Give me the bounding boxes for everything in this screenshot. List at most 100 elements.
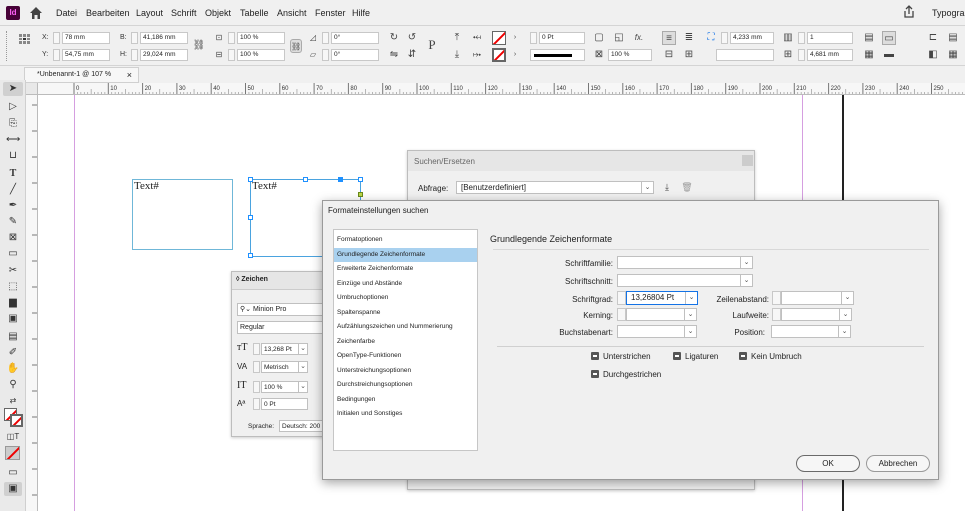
kerning-field[interactable]: Metrisch ⌄ — [261, 361, 308, 373]
font-family-select[interactable]: ⌄ — [617, 256, 753, 269]
constrain-proportions-icon[interactable]: ⛓ — [192, 39, 206, 53]
scale-y-spinner[interactable] — [228, 49, 235, 61]
stroke-weight-spinner[interactable] — [530, 32, 537, 44]
columns-field[interactable]: 1 — [807, 32, 853, 44]
gap-tool-icon[interactable]: ⟷ — [6, 133, 20, 147]
leading-input[interactable]: ⌄ — [781, 291, 854, 305]
page-tool-icon[interactable]: ⎘ — [6, 117, 20, 131]
rectangle-tool-icon[interactable]: ▭ — [6, 247, 20, 261]
resize-handle[interactable] — [248, 215, 253, 220]
align-left-icon[interactable]: ≡ — [662, 31, 676, 45]
ok-button[interactable]: OK — [796, 455, 860, 472]
fill-dropdown-icon[interactable]: › — [508, 31, 522, 45]
no-break-checkbox[interactable]: Kein Umbruch — [739, 352, 802, 361]
gradient-swatch-tool-icon[interactable]: ▆ — [6, 296, 20, 310]
h-spinner[interactable] — [131, 49, 138, 61]
menu-tabelle[interactable]: Tabelle — [240, 8, 269, 18]
text-frame-1[interactable]: Text# — [132, 179, 233, 250]
vertical-scale-spinner[interactable] — [253, 381, 260, 393]
position-select[interactable]: ⌄ — [771, 325, 851, 338]
panel-menu-icon[interactable]: ▤ — [946, 31, 960, 45]
rotate-cw-icon[interactable]: ↻ — [387, 31, 401, 45]
select-previous-icon[interactable]: ⤟ — [470, 31, 484, 45]
constrain-scale-icon[interactable]: ⛓ — [290, 39, 302, 53]
width-field[interactable]: 41,186 mm — [140, 32, 188, 44]
baseline-shift-field[interactable]: 0 Pt — [261, 398, 308, 410]
resize-handle[interactable] — [248, 177, 253, 182]
tracking-input[interactable]: ⌄ — [781, 308, 852, 321]
opacity-field[interactable]: 100 % — [608, 49, 652, 61]
free-transform-tool-icon[interactable]: ⬚ — [6, 280, 20, 294]
pen-tool-icon[interactable]: ✒ — [6, 199, 20, 213]
vertical-scale-field[interactable]: 100 % ⌄ — [261, 381, 308, 393]
select-content-icon[interactable]: ⤓ — [450, 48, 464, 62]
align-center-icon[interactable]: ≣ — [682, 31, 696, 45]
b-spinner[interactable] — [131, 32, 138, 44]
ligatures-checkbox[interactable]: Ligaturen — [673, 352, 718, 361]
x-spinner[interactable] — [53, 32, 60, 44]
home-icon[interactable] — [28, 5, 44, 21]
selection-tool-icon[interactable]: ➤ — [6, 82, 20, 96]
resize-handle[interactable] — [248, 253, 253, 258]
leading-spinner[interactable] — [772, 291, 781, 305]
vertical-justify-center-icon[interactable]: ▭ — [882, 31, 896, 45]
auto-fit-icon[interactable]: ⛶ — [704, 31, 718, 45]
category-item[interactable]: Unterstreichungsoptionen — [334, 364, 477, 378]
screen-mode-icon[interactable]: ▣ — [6, 482, 20, 496]
category-item[interactable]: Grundlegende Zeichenformate — [334, 247, 477, 262]
preset-icon[interactable]: ▦ — [946, 48, 960, 62]
in-port-handle[interactable] — [338, 177, 343, 182]
column-width-spinner[interactable] — [798, 49, 805, 61]
height-field[interactable]: 29,024 mm — [140, 49, 188, 61]
tracking-spinner[interactable] — [772, 308, 781, 321]
y-spinner[interactable] — [53, 49, 60, 61]
gradient-feather-tool-icon[interactable]: ▣ — [6, 312, 20, 326]
zoom-tool-icon[interactable]: ⚲ — [6, 378, 20, 392]
fill-swatch[interactable] — [492, 31, 506, 45]
rectangle-frame-tool-icon[interactable]: ⊠ — [6, 231, 20, 245]
category-item[interactable]: Zeichenfarbe — [334, 335, 477, 349]
font-style-field[interactable]: Regular — [237, 321, 332, 334]
strikethrough-checkbox[interactable]: Durchgestrichen — [591, 370, 661, 379]
font-size-field[interactable]: 13,268 Pt ⌄ — [261, 343, 308, 355]
vertical-justify-top-icon[interactable]: ▤ — [862, 31, 876, 45]
category-item[interactable]: Erweiterte Zeichenformate — [334, 262, 477, 276]
vertical-justify-full-icon[interactable]: ▬ — [882, 48, 896, 62]
close-tab-icon[interactable]: × — [127, 68, 132, 82]
resize-handle[interactable] — [358, 177, 363, 182]
category-item[interactable]: Spaltenspanne — [334, 306, 477, 320]
stroke-type-select[interactable] — [530, 49, 585, 61]
note-tool-icon[interactable]: ▤ — [6, 330, 20, 344]
select-container-icon[interactable]: ⤒ — [450, 31, 464, 45]
hand-tool-icon[interactable]: ✋ — [6, 362, 20, 376]
menu-layout[interactable]: Layout — [136, 8, 163, 18]
menu-ansicht[interactable]: Ansicht — [277, 8, 307, 18]
font-size-spinner[interactable] — [253, 343, 260, 355]
category-item[interactable]: Bedingungen — [334, 393, 477, 407]
stroke-weight-field[interactable]: 0 Pt — [539, 32, 585, 44]
shear-spinner[interactable] — [322, 49, 329, 61]
document-tab[interactable]: *Unbenannt-1 @ 107 % × — [24, 67, 139, 83]
gutter-spinner[interactable] — [721, 32, 728, 44]
underline-checkbox[interactable]: Unterstrichen — [591, 352, 651, 361]
menu-datei[interactable]: Datei — [56, 8, 77, 18]
apply-none-icon[interactable] — [5, 446, 20, 460]
columns-spinner[interactable] — [798, 32, 805, 44]
scale-y-field[interactable]: 100 % — [237, 49, 285, 61]
category-item[interactable]: OpenType-Funktionen — [334, 349, 477, 363]
type-tool-icon[interactable]: T — [6, 167, 20, 181]
font-family-field[interactable]: ⚲⌄ Minion Pro — [237, 303, 332, 316]
select-next-icon[interactable]: ⤠ — [470, 48, 484, 62]
rotate-field[interactable]: 0° — [331, 32, 379, 44]
delete-query-icon[interactable]: 🗑 — [680, 180, 694, 194]
save-query-icon[interactable]: ⤓ — [660, 180, 674, 194]
workspace-switcher[interactable]: Typograp — [932, 8, 965, 18]
effects-icon[interactable]: fx. — [632, 31, 646, 45]
flip-vertical-icon[interactable]: ⇵ — [405, 48, 419, 62]
flip-icon[interactable]: P — [425, 38, 439, 52]
font-size-spinner[interactable] — [617, 291, 626, 305]
frame-fitting-select[interactable] — [716, 49, 774, 61]
font-style-select[interactable]: ⌄ — [617, 274, 753, 287]
out-port-handle[interactable] — [358, 192, 363, 197]
share-icon[interactable] — [902, 5, 916, 19]
